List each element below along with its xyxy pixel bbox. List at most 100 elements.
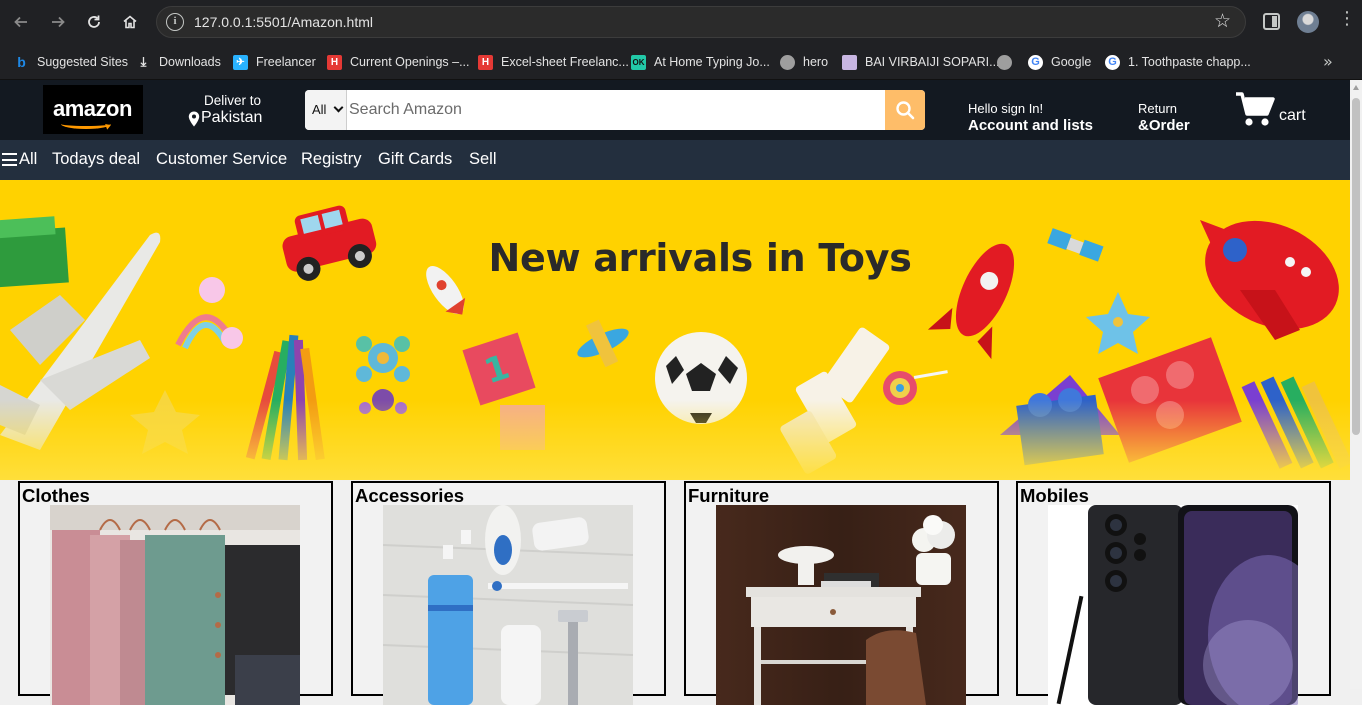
download-icon: ⤓ [140, 54, 147, 70]
browser-menu-icon[interactable]: ⋮ [1338, 10, 1356, 28]
scrollbar-thumb[interactable] [1352, 98, 1360, 435]
reload-icon [88, 15, 100, 28]
nav-sell[interactable]: Sell [469, 150, 497, 169]
category-title: Clothes [22, 485, 90, 506]
hero-banner[interactable]: 1 New arrivals in Toys [0, 180, 1350, 480]
bookmark-label: At Home Typing Jo... [654, 55, 770, 69]
bookmark-at-home-typing[interactable]: OK At Home Typing Jo... [631, 53, 770, 71]
orders-label: &Order [1138, 117, 1190, 134]
search-input[interactable] [349, 90, 879, 130]
hero-title: New arrivals in Toys [488, 236, 912, 280]
hello-sign-in: Hello sign In! [968, 101, 1044, 116]
menu-hamburger-icon[interactable] [2, 153, 17, 166]
home-button[interactable] [117, 9, 143, 35]
category-nav: All Todays deal Customer Service Registr… [0, 140, 1350, 180]
ok-icon: OK [631, 54, 646, 70]
bookmark-suggested-sites[interactable]: b Suggested Sites [14, 53, 128, 71]
category-title: Mobiles [1020, 485, 1089, 506]
bookmark-label: hero [803, 55, 829, 69]
hero-fade [0, 400, 1350, 480]
globe-icon [780, 54, 795, 70]
nav-gift-cards[interactable]: Gift Cards [378, 150, 452, 169]
clothes-image [50, 505, 300, 705]
reload-button[interactable] [81, 9, 107, 35]
google-icon: G [1105, 54, 1120, 70]
mobiles-image [1048, 505, 1298, 705]
nav-all[interactable]: All [19, 150, 37, 169]
globe-icon [997, 54, 1012, 70]
side-panel-icon[interactable] [1263, 13, 1280, 30]
bookmark-excel-sheet[interactable]: H Excel-sheet Freelanc... [478, 53, 629, 71]
bookmark-label: Current Openings –... [350, 55, 470, 69]
bookmark-hero[interactable]: hero [780, 53, 828, 71]
cart-label: cart [1279, 107, 1306, 124]
search-category-value: All [312, 102, 327, 117]
google-icon: G [1028, 54, 1043, 70]
chevron-down-icon [333, 102, 344, 113]
bookmark-label: 1. Toothpaste chapp... [1128, 55, 1251, 69]
h-icon: H [478, 54, 493, 70]
bookmark-label: BAI VIRBAIJI SOPARI... [865, 55, 1000, 69]
arrow-right-icon [52, 16, 65, 28]
account-and-lists: Account and lists [968, 117, 1094, 134]
school-icon [842, 54, 857, 70]
bookmark-label: Downloads [159, 55, 221, 69]
return-label: Return [1138, 101, 1178, 116]
bookmark-freelancer[interactable]: ✈ Freelancer [233, 53, 316, 71]
bookmark-globe[interactable] [997, 53, 1020, 71]
bookmark-bai-virbaiji[interactable]: BAI VIRBAIJI SOPARI... [842, 53, 1000, 71]
site-info-icon[interactable]: i [166, 13, 184, 31]
bookmark-current-openings[interactable]: H Current Openings –... [327, 53, 470, 71]
nav-customer-service[interactable]: Customer Service [156, 150, 287, 169]
category-title: Furniture [688, 485, 770, 506]
bookmarks-bar: b Suggested Sites ⤓ Downloads ✈ Freelanc… [0, 44, 1362, 80]
search-button[interactable] [885, 90, 925, 130]
h-icon: H [327, 54, 342, 70]
category-cards: Clothes Accessories Furniture Mobiles [0, 480, 1350, 705]
accessories-image [383, 505, 633, 705]
bookmark-star-icon[interactable]: ☆ [1214, 10, 1231, 32]
address-bar[interactable]: i 127.0.0.1:5501/Amazon.html ☆ [156, 6, 1246, 38]
category-card-mobiles[interactable]: Mobiles [1016, 481, 1331, 705]
scroll-up-icon[interactable] [1353, 85, 1359, 90]
bing-icon: b [17, 54, 26, 70]
returns-orders[interactable]: Return &Order [1138, 101, 1190, 134]
toy-rainbow [175, 277, 243, 350]
page-scrollbar[interactable] [1350, 80, 1362, 689]
category-card-accessories[interactable]: Accessories [351, 481, 666, 705]
bookmark-label: Suggested Sites [37, 55, 129, 69]
toy-plane-blue [577, 319, 629, 368]
amazon-logo[interactable]: amazon [43, 85, 143, 134]
search-category-select[interactable]: All [305, 90, 347, 130]
cart-icon [1236, 92, 1275, 126]
more-bookmarks-icon[interactable]: » [1323, 52, 1333, 71]
location-pin-icon [188, 111, 200, 127]
forward-button[interactable] [45, 9, 71, 35]
bookmark-label: Google [1051, 55, 1092, 69]
home-icon [123, 15, 137, 29]
deliver-country: Pakistan [201, 109, 263, 126]
toy-star [1086, 292, 1150, 354]
deliver-label: Deliver to [204, 93, 262, 108]
search-icon [896, 101, 915, 120]
nav-registry[interactable]: Registry [301, 150, 362, 169]
category-card-furniture[interactable]: Furniture [684, 481, 999, 705]
bookmark-downloads[interactable]: ⤓ Downloads [136, 53, 221, 71]
bookmark-toothpaste[interactable]: G 1. Toothpaste chapp... [1105, 53, 1251, 71]
furniture-image [716, 505, 966, 705]
browser-toolbar: i 127.0.0.1:5501/Amazon.html ☆ ⋮ [0, 0, 1362, 44]
cart-button[interactable]: cart [1235, 90, 1345, 130]
url-text[interactable]: 127.0.0.1:5501/Amazon.html [194, 14, 373, 30]
back-button[interactable] [8, 9, 34, 35]
nav-todays-deal[interactable]: Todays deal [52, 150, 140, 169]
category-title: Accessories [355, 485, 465, 506]
site-header: amazon Deliver to Pakistan All Hello sig… [0, 80, 1350, 140]
profile-avatar[interactable] [1297, 11, 1319, 33]
freelancer-icon: ✈ [233, 54, 248, 70]
account-menu[interactable]: Hello sign In! Account and lists [968, 101, 1093, 134]
category-card-clothes[interactable]: Clothes [18, 481, 333, 705]
bookmark-label: Excel-sheet Freelanc... [501, 55, 629, 69]
logo-smile-icon [61, 119, 111, 129]
bookmark-label: Freelancer [256, 55, 316, 69]
bookmark-google[interactable]: G Google [1028, 53, 1091, 71]
